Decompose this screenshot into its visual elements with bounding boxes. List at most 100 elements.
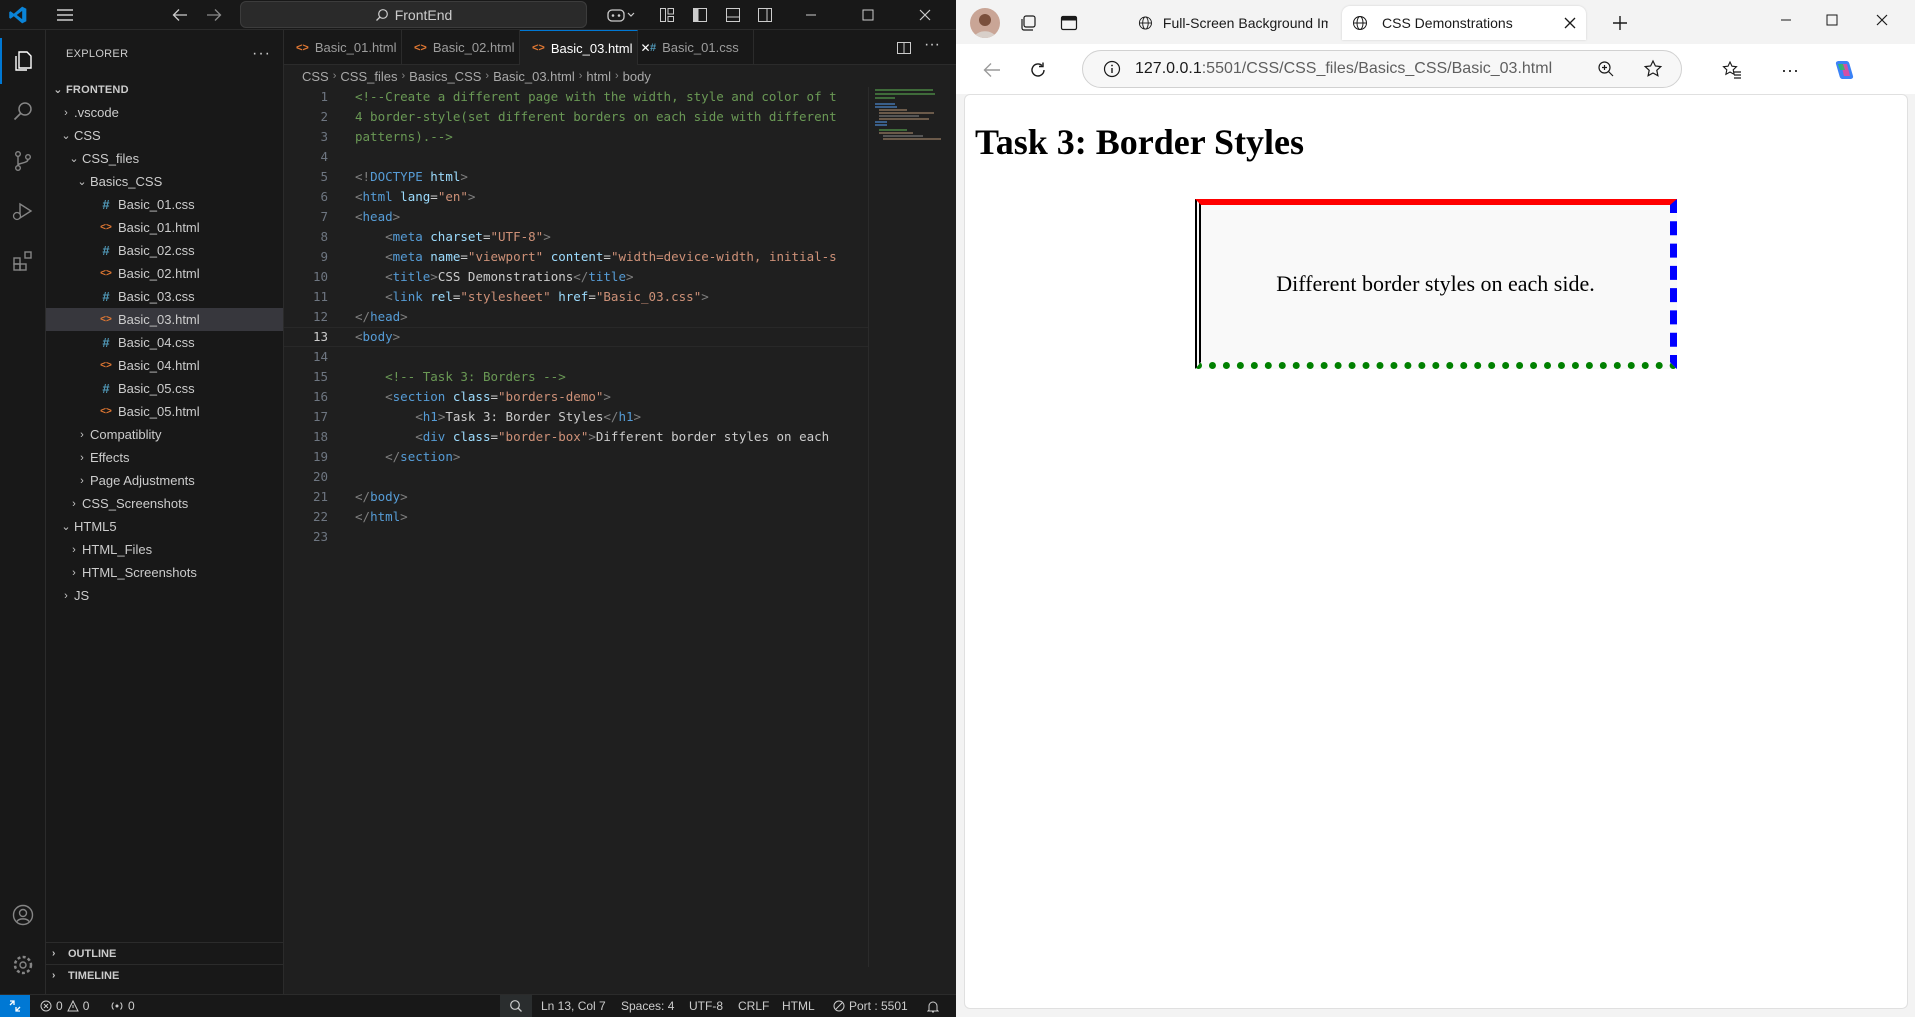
breadcrumb-segment[interactable]: html — [586, 69, 611, 84]
editor-tab[interactable]: <> Basic_01.html — [284, 30, 402, 65]
code-token: </ — [355, 509, 371, 524]
tree-folder[interactable]: › Compatiblity — [46, 423, 283, 446]
browser-tab-inactive[interactable]: Full-Screen Background Ima — [1128, 6, 1338, 40]
editor-tab[interactable]: # Basic_01.css — [638, 30, 754, 65]
settings-gear-icon[interactable] — [0, 942, 46, 988]
maximize-button[interactable] — [845, 0, 891, 30]
tree-file[interactable]: # Basic_02.css — [46, 239, 283, 262]
problems-indicator[interactable]: 0 0 — [40, 995, 89, 1017]
code-line: 21 </body> — [284, 487, 868, 507]
tree-file[interactable]: <> Basic_02.html — [46, 262, 283, 285]
minimize-button[interactable] — [1766, 4, 1806, 36]
refresh-button[interactable] — [1022, 54, 1054, 86]
tab-title: Full-Screen Background Ima — [1162, 15, 1328, 31]
outline-section[interactable]: › OUTLINE — [46, 942, 284, 964]
tree-file[interactable]: # Basic_04.css — [46, 331, 283, 354]
tree-file[interactable]: <> Basic_05.html — [46, 400, 283, 423]
tree-file[interactable]: # Basic_03.css — [46, 285, 283, 308]
indentation[interactable]: Spaces: 4 — [621, 995, 674, 1017]
source-control-icon[interactable] — [0, 138, 46, 184]
tree-folder[interactable]: › Page Adjustments — [46, 469, 283, 492]
tree-folder[interactable]: ⌄ HTML5 — [46, 515, 283, 538]
site-info-icon[interactable] — [1103, 60, 1121, 78]
more-actions-icon[interactable]: ··· — [252, 45, 271, 63]
tree-file[interactable]: <> Basic_04.html — [46, 354, 283, 377]
tree-folder[interactable]: › HTML_Files — [46, 538, 283, 561]
split-editor-icon[interactable] — [896, 40, 912, 56]
close-window-button[interactable] — [1862, 4, 1902, 36]
cursor-position[interactable]: Ln 13, Col 7 — [541, 995, 606, 1017]
vertical-tabs-icon[interactable] — [1053, 8, 1085, 38]
tree-file[interactable]: <> Basic_03.html — [46, 308, 283, 331]
code-editor[interactable]: 1 <!--Create a different page with the wi… — [284, 87, 868, 967]
language-mode[interactable]: HTML — [782, 995, 815, 1017]
toggle-primary-sidebar-icon[interactable] — [685, 0, 715, 30]
tree-folder[interactable]: › CSS_Screenshots — [46, 492, 283, 515]
tree-item-label: Basic_05.css — [118, 381, 195, 396]
ports-indicator[interactable]: 0 — [110, 995, 135, 1017]
menu-icon[interactable] — [50, 0, 80, 30]
code-token: < — [415, 429, 423, 444]
tree-folder[interactable]: ⌄ CSS_files — [46, 147, 283, 170]
copilot-icon[interactable] — [1828, 54, 1860, 86]
remote-indicator[interactable] — [0, 995, 30, 1017]
favorite-star-icon[interactable] — [1643, 59, 1663, 79]
back-button[interactable] — [976, 54, 1008, 86]
breadcrumb-segment[interactable]: Basics_CSS — [409, 69, 481, 84]
tree-file[interactable]: # Basic_01.css — [46, 193, 283, 216]
zoom-icon[interactable] — [1597, 60, 1615, 78]
tree-file[interactable]: <> Basic_01.html — [46, 216, 283, 239]
new-tab-icon[interactable] — [1604, 8, 1636, 38]
close-window-button[interactable] — [902, 0, 948, 30]
back-arrow-icon[interactable] — [165, 0, 195, 30]
tree-folder[interactable]: › Effects — [46, 446, 283, 469]
forward-arrow-icon[interactable] — [199, 0, 229, 30]
breadcrumb-segment[interactable]: CSS — [302, 69, 329, 84]
minimap[interactable] — [868, 87, 956, 967]
close-tab-icon[interactable]: ✕ — [641, 41, 651, 55]
favorites-icon[interactable] — [1716, 54, 1748, 86]
tree-folder[interactable]: › JS — [46, 584, 283, 607]
root-folder[interactable]: ⌄ FRONTEND — [46, 78, 283, 101]
maximize-button[interactable] — [1812, 4, 1852, 36]
tree-folder[interactable]: ⌄ Basics_CSS — [46, 170, 283, 193]
editor-more-actions-icon[interactable]: ··· — [924, 36, 940, 54]
editor-tab[interactable]: <> Basic_02.html — [402, 30, 520, 65]
line-content: <div class="border-box">Different border… — [355, 427, 829, 447]
settings-more-icon[interactable]: ··· — [1774, 54, 1806, 86]
breadcrumb-segment[interactable]: body — [623, 69, 651, 84]
command-center-search[interactable]: FrontEnd — [240, 1, 587, 28]
customize-layout-icon[interactable] — [652, 0, 682, 30]
zoom-indicator[interactable] — [500, 995, 532, 1017]
browser-tab-active[interactable]: CSS Demonstrations — [1342, 6, 1586, 40]
tree-folder[interactable]: ⌄ CSS — [46, 124, 283, 147]
chevron-right-icon: › — [578, 70, 583, 82]
minimize-button[interactable] — [788, 0, 834, 30]
breadcrumb-segment[interactable]: CSS_files — [340, 69, 397, 84]
chevron-right-icon: › — [72, 497, 76, 510]
line-number: 16 — [312, 389, 328, 404]
tree-folder[interactable]: › .vscode — [46, 101, 283, 124]
search-view-icon[interactable] — [0, 88, 46, 134]
run-debug-icon[interactable] — [0, 188, 46, 234]
tree-file[interactable]: # Basic_05.css — [46, 377, 283, 400]
copilot-icon[interactable] — [603, 0, 639, 30]
encoding[interactable]: UTF-8 — [689, 995, 723, 1017]
toggle-panel-icon[interactable] — [718, 0, 748, 30]
extensions-icon[interactable] — [0, 238, 46, 284]
live-server-port[interactable]: Port : 5501 — [833, 995, 908, 1017]
timeline-section[interactable]: › TIMELINE — [46, 964, 284, 986]
tree-folder[interactable]: › HTML_Screenshots — [46, 561, 283, 584]
profile-avatar[interactable] — [970, 8, 1000, 38]
explorer-icon[interactable] — [0, 38, 46, 84]
editor-tab[interactable]: <> Basic_03.html ✕ — [520, 30, 651, 65]
accounts-icon[interactable] — [0, 892, 46, 938]
code-token: content — [550, 249, 604, 264]
toggle-secondary-sidebar-icon[interactable] — [750, 0, 780, 30]
end-of-line[interactable]: CRLF — [738, 995, 769, 1017]
notifications-bell-icon[interactable] — [927, 995, 939, 1017]
workspaces-icon[interactable] — [1012, 8, 1044, 38]
address-bar[interactable]: 127.0.0.1:5501/CSS/CSS_files/Basics_CSS/… — [1082, 50, 1682, 88]
close-tab-icon[interactable] — [1564, 17, 1576, 29]
breadcrumb-segment[interactable]: Basic_03.html — [493, 69, 575, 84]
